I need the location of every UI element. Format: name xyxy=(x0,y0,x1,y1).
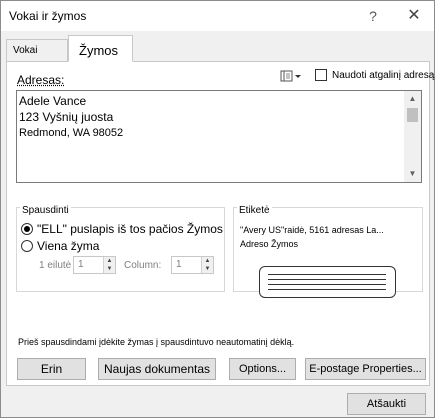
address-line: 123 Vyšnių juosta xyxy=(19,110,114,124)
help-icon[interactable]: ? xyxy=(361,5,385,27)
preview-line xyxy=(268,279,386,280)
row-value: 1 xyxy=(78,259,84,270)
preview-line xyxy=(268,289,386,290)
feed-note: Prieš spausdindami įdėkite žymas į spaus… xyxy=(18,337,295,347)
preview-line xyxy=(268,274,386,275)
spin-up-icon[interactable]: ▲ xyxy=(104,257,115,265)
print-group-label: Spausdinti xyxy=(20,205,71,216)
chevron-down-icon[interactable]: ▼ xyxy=(404,166,421,182)
preview-line xyxy=(268,284,386,285)
address-book-icon[interactable] xyxy=(280,70,302,83)
tab-labels[interactable]: Žymos xyxy=(68,35,133,62)
envelopes-labels-dialog: Vokai ir žymos ? ✕ Vokai Žymos Adresas: … xyxy=(0,0,435,418)
single-label-radio[interactable] xyxy=(21,240,33,252)
row-label: 1 eilutė xyxy=(39,260,72,271)
chevron-up-icon[interactable]: ▲ xyxy=(404,91,421,107)
full-page-label[interactable]: "ELL" puslapis iš tos pačios Žymos xyxy=(37,222,223,236)
tab-envelopes[interactable]: Vokai xyxy=(6,39,68,61)
cancel-button[interactable]: Atšaukti xyxy=(347,393,426,415)
column-value: 1 xyxy=(176,259,182,270)
single-label-label[interactable]: Viena žyma xyxy=(37,239,99,253)
column-label: Column: xyxy=(124,260,162,271)
column-spinner[interactable]: 1 ▲ ▼ xyxy=(171,256,214,274)
use-return-address-checkbox[interactable] xyxy=(315,69,327,81)
address-scrollbar[interactable]: ▲ ▼ xyxy=(404,91,421,182)
row-spinner-buttons[interactable]: ▲ ▼ xyxy=(103,257,115,273)
row-spinner[interactable]: 1 ▲ ▼ xyxy=(73,256,116,274)
window-title: Vokai ir žymos xyxy=(9,9,87,23)
close-icon[interactable]: ✕ xyxy=(401,5,427,27)
new-document-button[interactable]: Naujas dokumentas xyxy=(98,358,216,380)
spin-down-icon[interactable]: ▼ xyxy=(202,265,213,273)
epostage-properties-button[interactable]: E-postage Properties... xyxy=(305,358,426,380)
spin-up-icon[interactable]: ▲ xyxy=(202,257,213,265)
column-spinner-buttons[interactable]: ▲ ▼ xyxy=(201,257,213,273)
labels-panel: Adresas: Naudoti atgalinį adresą Adele V… xyxy=(6,61,434,386)
address-text: Adele Vance 123 Vyšnių juosta Redmond, W… xyxy=(19,93,399,141)
label-group-label: Etiketė xyxy=(237,205,272,216)
full-page-radio[interactable] xyxy=(21,223,33,235)
address-textarea[interactable]: Adele Vance 123 Vyšnių juosta Redmond, W… xyxy=(16,90,422,183)
options-button[interactable]: Options... xyxy=(229,358,296,380)
spin-down-icon[interactable]: ▼ xyxy=(104,265,115,273)
label-type[interactable]: Adreso Žymos xyxy=(240,239,298,249)
address-line: Adele Vance xyxy=(19,94,87,108)
use-return-address-label: Naudoti atgalinį adresą xyxy=(332,70,435,81)
print-button[interactable]: Erin xyxy=(17,358,86,380)
scroll-thumb[interactable] xyxy=(407,108,418,122)
title-bar: Vokai ir žymos ? ✕ xyxy=(1,1,434,31)
address-line: Redmond, WA 98052 xyxy=(19,127,124,139)
label-preview[interactable] xyxy=(259,266,396,298)
address-label: Adresas: xyxy=(17,73,65,87)
label-description[interactable]: "Avery US"raidė, 5161 adresas La... xyxy=(240,225,384,235)
